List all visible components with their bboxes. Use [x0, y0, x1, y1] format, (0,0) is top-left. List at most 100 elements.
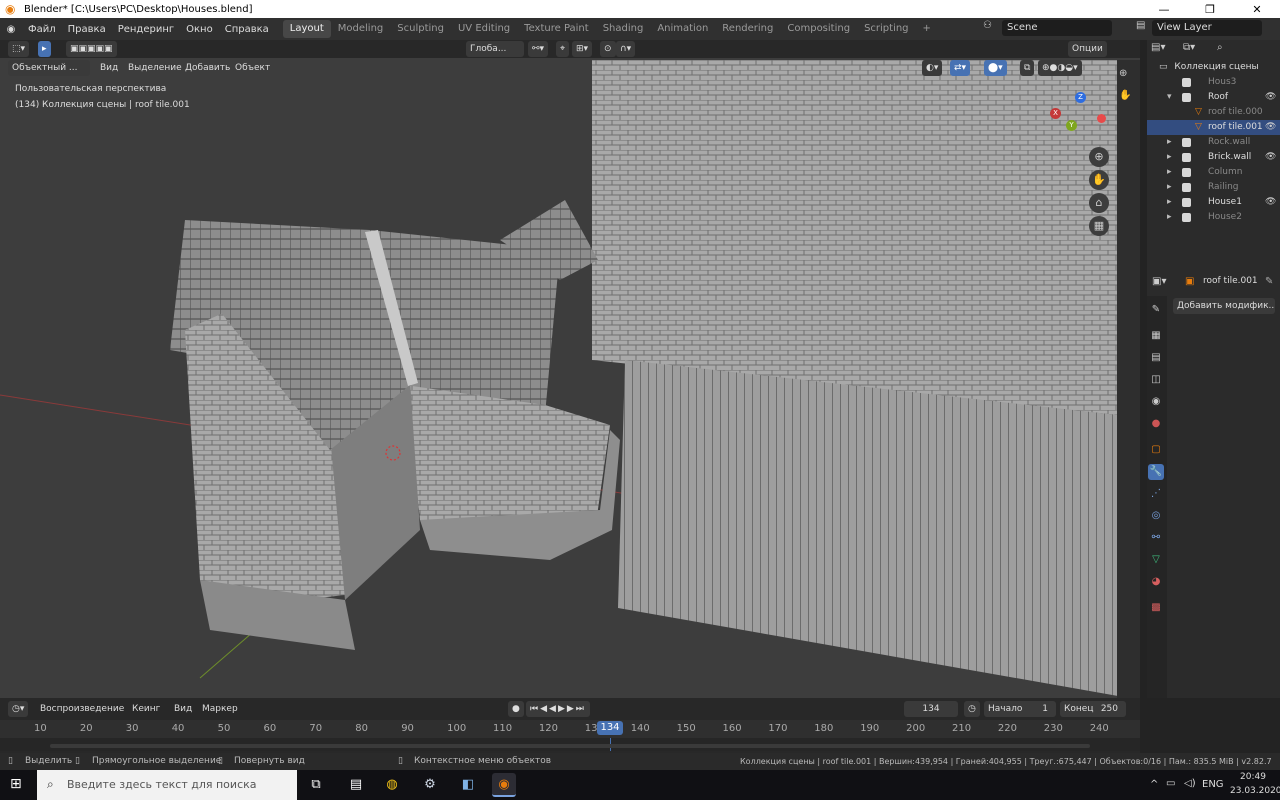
record-button-icon[interactable]: ●	[508, 701, 524, 717]
scene-collection-row[interactable]: ▭ Коллекция сцены	[1159, 60, 1280, 75]
snap-icon[interactable]: ⌖	[556, 41, 570, 57]
constraints-tab-icon[interactable]: ⚯	[1148, 530, 1164, 546]
playhead-frame-label[interactable]: 134	[597, 721, 623, 735]
tab-modeling[interactable]: Modeling	[331, 20, 391, 38]
expand-icon[interactable]: ▾	[1167, 90, 1172, 105]
tab-layout[interactable]: Layout	[282, 20, 331, 38]
scene-selector[interactable]: Scene	[1002, 20, 1112, 36]
tab-compositing[interactable]: Compositing	[780, 20, 857, 38]
axis-neg-x-icon[interactable]	[1097, 114, 1106, 123]
add-menu[interactable]: Добавить	[181, 60, 234, 76]
pivot-icon[interactable]: ⚯▾	[528, 41, 549, 57]
tab-shading[interactable]: Shading	[596, 20, 651, 38]
zoom-icon[interactable]: ⊕	[1089, 147, 1109, 167]
checkbox[interactable]	[1182, 213, 1191, 222]
select-mode-icons[interactable]: ▣▣▣▣▣	[66, 41, 117, 57]
menu-window[interactable]: Окно	[180, 24, 219, 35]
object-mode-select[interactable]: Объектный ...	[8, 60, 90, 76]
timeline-editor-icon[interactable]: ◷▾	[8, 701, 29, 717]
outliner-editor-icon[interactable]: ▤▾	[1151, 42, 1165, 53]
axis-x-icon[interactable]: X	[1050, 108, 1061, 119]
checkbox[interactable]	[1182, 183, 1191, 192]
tab-animation[interactable]: Animation	[650, 20, 715, 38]
eye-icon[interactable]: 👁	[1265, 195, 1276, 210]
navigation-gizmo[interactable]: Z X Y	[1048, 92, 1108, 142]
outliner-row-rock-wall[interactable]: ▸ Rock.wall	[1147, 135, 1280, 150]
scene-tab-icon[interactable]: ◉	[1148, 394, 1164, 410]
language-indicator[interactable]: ENG	[1202, 779, 1224, 790]
axis-y-icon[interactable]: Y	[1066, 120, 1077, 131]
display-mode-icon[interactable]: ⧉▾	[1183, 42, 1195, 53]
current-frame-field[interactable]: 134	[904, 701, 958, 717]
blender-taskbar-icon[interactable]: ◉	[492, 773, 516, 797]
minimize-button[interactable]: —	[1141, 0, 1187, 18]
playback-menu[interactable]: Воспроизведение	[36, 701, 128, 717]
clock-time[interactable]: 20:49	[1240, 772, 1266, 782]
add-workspace-button[interactable]: +	[916, 20, 938, 38]
material-tab-icon[interactable]: ◕	[1148, 574, 1164, 590]
3d-viewport[interactable]: Пользовательская перспектива (134) Колле…	[0, 40, 1140, 698]
menu-render[interactable]: Рендеринг	[112, 24, 180, 35]
options-button[interactable]: Опции	[1068, 41, 1107, 57]
pin-icon[interactable]: ✎	[1265, 276, 1273, 287]
windows-start-icon[interactable]: ⊞	[10, 776, 22, 792]
camera-icon[interactable]: ⌂	[1089, 193, 1109, 213]
select-menu[interactable]: Выделение	[124, 60, 186, 76]
add-modifier-button[interactable]: Добавить модифик...	[1173, 298, 1275, 314]
start-frame-field[interactable]: Начало 1	[984, 701, 1056, 717]
outliner-row-roof[interactable]: ▾ Roof 👁	[1147, 90, 1280, 105]
snap-mode-icon[interactable]: ⊞▾	[572, 41, 593, 57]
hand-view-icon[interactable]: ✋	[1119, 90, 1131, 101]
outliner-row-house1[interactable]: ▸ House1 👁	[1147, 195, 1280, 210]
blender-menu-icon[interactable]: ◉	[0, 24, 22, 35]
outliner-row-column[interactable]: ▸ Column	[1147, 165, 1280, 180]
outliner-row-hous3[interactable]: Hous3	[1147, 75, 1280, 90]
marker-menu[interactable]: Маркер	[198, 701, 242, 717]
close-button[interactable]: ✕	[1234, 0, 1280, 18]
tab-uv-editing[interactable]: UV Editing	[451, 20, 517, 38]
eye-icon[interactable]: 👁	[1265, 150, 1276, 165]
clock-date[interactable]: 23.03.2020	[1230, 786, 1280, 796]
tab-texture-paint[interactable]: Texture Paint	[517, 20, 596, 38]
eye-icon[interactable]: 👁	[1265, 120, 1276, 135]
properties-editor-icon[interactable]: ▣▾	[1152, 276, 1166, 287]
expand-icon[interactable]: ▸	[1167, 210, 1172, 225]
visibility-icon[interactable]: ◐▾	[922, 60, 943, 76]
outliner-row-roof-tile-000[interactable]: ▽ roof tile.000	[1147, 105, 1280, 120]
expand-icon[interactable]: ▸	[1167, 180, 1172, 195]
overlay-toggle-icon[interactable]: ⬤▾	[984, 60, 1007, 76]
select-tool-icon[interactable]: ▸	[38, 41, 51, 57]
view-menu-timeline[interactable]: Вид	[170, 701, 196, 717]
pan-hand-icon[interactable]: ✋	[1089, 170, 1109, 190]
checkbox[interactable]	[1182, 78, 1191, 87]
eye-icon[interactable]: 👁	[1265, 90, 1276, 105]
scene-icon[interactable]: ⚇	[983, 20, 992, 31]
gizmo-toggle-icon[interactable]: ⇄▾	[950, 60, 971, 76]
physics-tab-icon[interactable]: ◎	[1148, 508, 1164, 524]
timeline-scrollbar[interactable]	[50, 744, 1090, 748]
playback-controls-icon[interactable]: ⏮◀◀▶▶⏭	[526, 701, 590, 717]
network-icon[interactable]: ▭	[1166, 778, 1175, 789]
modifier-tab-icon[interactable]: 🔧	[1148, 464, 1164, 480]
outliner-row-brick-wall[interactable]: ▸ Brick.wall 👁	[1147, 150, 1280, 165]
expand-icon[interactable]: ▸	[1167, 135, 1172, 150]
tool-tab-icon[interactable]: ✎	[1148, 302, 1164, 318]
outliner-row-railing[interactable]: ▸ Railing	[1147, 180, 1280, 195]
output-tab-icon[interactable]: ▤	[1148, 350, 1164, 366]
menu-help[interactable]: Справка	[219, 24, 275, 35]
outliner-row-house2[interactable]: ▸ House2	[1147, 210, 1280, 225]
axis-z-icon[interactable]: Z	[1075, 92, 1086, 103]
task-view-icon[interactable]: ⧉	[304, 773, 328, 797]
view-layer-selector[interactable]: View Layer	[1152, 20, 1262, 36]
end-frame-field[interactable]: Конец 250	[1060, 701, 1126, 717]
checkbox[interactable]	[1182, 93, 1191, 102]
tab-sculpting[interactable]: Sculpting	[390, 20, 451, 38]
grid-icon[interactable]: ▦	[1089, 216, 1109, 236]
world-tab-icon[interactable]: ●	[1148, 416, 1164, 432]
tab-scripting[interactable]: Scripting	[857, 20, 915, 38]
render-tab-icon[interactable]: ▦	[1148, 328, 1164, 344]
expand-icon[interactable]: ▸	[1167, 165, 1172, 180]
zoom-view-icon[interactable]: ⊕	[1119, 68, 1127, 79]
search-icon[interactable]: ⌕	[1217, 42, 1223, 53]
keying-menu[interactable]: Кеинг	[128, 701, 164, 717]
